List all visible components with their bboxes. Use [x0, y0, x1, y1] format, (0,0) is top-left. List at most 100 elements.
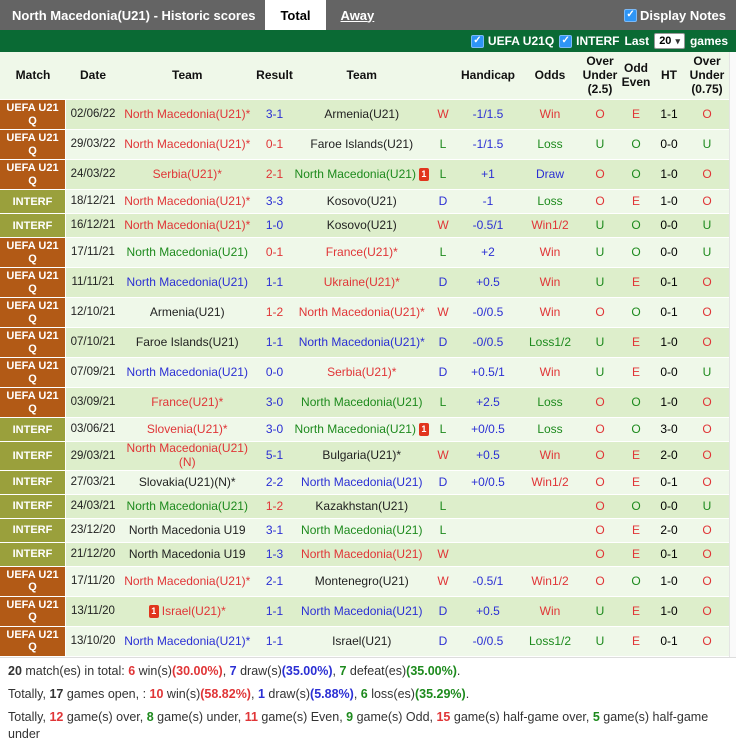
match-date: 27/03/21 [66, 476, 120, 489]
away-team-label: Kosovo(U21) [327, 195, 397, 209]
odd-even: O [619, 168, 653, 182]
summary-segment: 17 [49, 687, 63, 701]
competition-label: INTERF [0, 543, 66, 566]
odd-even: O [619, 500, 653, 514]
away-team-label: North Macedonia(U21) [295, 423, 416, 437]
match-date: 18/12/21 [66, 195, 120, 208]
over-under-0-75: O [685, 423, 729, 437]
odds-result: Loss [519, 396, 581, 410]
display-notes-checkbox[interactable]: ✓ [624, 9, 637, 22]
uefa-u21q-checkbox[interactable]: ✓ [471, 35, 484, 48]
home-team-label: North Macedonia(U21)* [124, 108, 250, 122]
score: 2-2 [255, 476, 295, 490]
column-header-match: Match [0, 66, 66, 86]
match-date: 02/06/22 [66, 108, 120, 121]
home-team: 1Israel(U21)* [120, 605, 255, 619]
uefa-u21q-filter: ✓ UEFA U21Q [471, 34, 554, 48]
summary-segment: 12 [49, 710, 63, 724]
over-under-2-5: O [581, 548, 619, 562]
score: 5-1 [255, 449, 295, 463]
match-date: 17/11/21 [66, 246, 120, 259]
match-row: INTERF27/03/21Slovakia(U21)(N)*2-2North … [0, 471, 729, 495]
half-time-score: 0-1 [653, 306, 685, 320]
handicap-result: D [429, 366, 457, 380]
handicap-result: L [429, 500, 457, 514]
over-under-0-75: U [685, 366, 729, 380]
odd-even: O [619, 246, 653, 260]
summary-segment: 7 [230, 664, 237, 678]
interf-checkbox[interactable]: ✓ [559, 35, 572, 48]
match-row: INTERF29/03/21North Macedonia(U21)(N)5-1… [0, 442, 729, 471]
last-games-select[interactable]: 20 ▾ [654, 33, 685, 49]
half-time-score: 0-1 [653, 548, 685, 562]
home-team: North Macedonia(U21)* [120, 108, 255, 122]
score: 0-0 [255, 366, 295, 380]
odd-even: E [619, 195, 653, 209]
handicap-line: +1 [457, 168, 519, 182]
over-under-2-5: U [581, 138, 619, 152]
tab-away[interactable]: Away [326, 0, 390, 30]
scrollbar-track[interactable] [729, 52, 736, 657]
score: 2-1 [255, 575, 295, 589]
odd-even: E [619, 108, 653, 122]
away-team: Serbia(U21)* [295, 366, 430, 380]
away-team: Kosovo(U21) [295, 195, 430, 209]
half-time-score: 2-0 [653, 449, 685, 463]
odds-result: Win [519, 366, 581, 380]
over-under-0-75: O [685, 605, 729, 619]
home-team-label: North Macedonia(U21)* [124, 575, 250, 589]
home-team: North Macedonia(U21)* [120, 575, 255, 589]
odds-result: Loss [519, 423, 581, 437]
over-under-0-75: O [685, 276, 729, 290]
match-date: 11/11/21 [66, 276, 120, 289]
summary-segment: draw(s) [265, 687, 310, 701]
odds-result: Win1/2 [519, 575, 581, 589]
handicap-result: W [429, 575, 457, 589]
over-under-2-5: O [581, 449, 619, 463]
summary-segment: (30.00%) [172, 664, 223, 678]
home-team: North Macedonia(U21) [120, 276, 255, 290]
handicap-result: W [429, 449, 457, 463]
check-icon: ✓ [561, 36, 569, 46]
home-team: Slovakia(U21)(N)* [120, 476, 255, 490]
away-team: North Macedonia(U21) [295, 396, 430, 410]
home-team: North Macedonia(U21) [120, 366, 255, 380]
home-team-label: North Macedonia U19 [129, 524, 246, 538]
away-team-label: Armenia(U21) [324, 108, 399, 122]
tab-total[interactable]: Total [265, 0, 325, 30]
match-date: 07/10/21 [66, 336, 120, 349]
competition-label: UEFA U21 Q [0, 567, 66, 596]
odds-result: Win1/2 [519, 476, 581, 490]
home-team-label: Slovakia(U21)(N)* [139, 476, 236, 490]
summary-segment: 1 [258, 687, 265, 701]
over-under-2-5: O [581, 168, 619, 182]
competition-label: UEFA U21 Q [0, 388, 66, 417]
competition-label: UEFA U21 Q [0, 100, 66, 129]
over-under-2-5: O [581, 524, 619, 538]
match-row: UEFA U21 Q17/11/21North Macedonia(U21)0-… [0, 238, 729, 268]
summary-segment: (35.00%) [406, 664, 457, 678]
match-date: 07/09/21 [66, 366, 120, 379]
odds-result: Win [519, 108, 581, 122]
games-label: games [690, 34, 728, 48]
summary-segment: . [466, 687, 469, 701]
summary-line-3: Totally, 12 game(s) over, 8 game(s) unde… [0, 706, 736, 746]
interf-filter: ✓ INTERF [559, 34, 619, 48]
competition-label: INTERF [0, 471, 66, 494]
away-team: Ukraine(U21)* [295, 276, 430, 290]
score: 3-1 [255, 108, 295, 122]
home-team: North Macedonia(U21)* [120, 635, 255, 649]
summary-segment: , [251, 687, 258, 701]
over-under-0-75: O [685, 575, 729, 589]
summary-segment: 5 [593, 710, 600, 724]
odds-result: Draw [519, 168, 581, 182]
home-team-label: Serbia(U21)* [153, 168, 222, 182]
half-time-score: 1-0 [653, 336, 685, 350]
half-time-score: 1-0 [653, 605, 685, 619]
interf-label: INTERF [576, 34, 619, 48]
match-row: UEFA U21 Q12/10/21Armenia(U21)1-2North M… [0, 298, 729, 328]
odd-even: E [619, 635, 653, 649]
over-under-0-75: O [685, 524, 729, 538]
handicap-result: L [429, 524, 457, 538]
handicap-result: W [429, 548, 457, 562]
